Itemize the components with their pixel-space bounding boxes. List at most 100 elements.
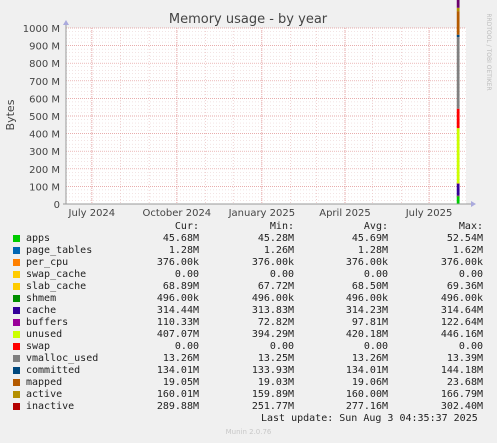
- legend-max-value: 144.18M: [440, 365, 483, 376]
- legend-row-page_tables: page_tables 1.28M 1.26M 1.28M 1.62M: [12, 245, 492, 257]
- y-tick-label: 1000 M: [23, 24, 60, 35]
- series-segment-committed: [456, 11, 460, 35]
- legend-cur-value: 134.01M: [156, 365, 199, 376]
- munin-version: Munin 2.0.76: [225, 428, 272, 436]
- x-axis-arrow: [471, 201, 476, 207]
- legend-cur-value: 407.07M: [156, 329, 199, 340]
- legend-swatch: [13, 379, 20, 386]
- legend-min-value: 496.00k: [251, 293, 294, 304]
- legend-series-name: slab_cache: [26, 281, 87, 292]
- legend-cur-value: 0.00: [174, 341, 199, 352]
- legend-avg-value: 0.00: [363, 269, 388, 280]
- legend-min-value: 0.00: [269, 341, 294, 352]
- legend-series-name: committed: [26, 365, 81, 376]
- legend-min-value: 67.72M: [257, 281, 294, 292]
- legend-max-value: 122.64M: [440, 317, 483, 328]
- legend-rows: apps 45.68M 45.28M 45.69M 52.54M page_tables 1…: [12, 233, 492, 413]
- legend-swatch: [13, 367, 20, 374]
- legend-swatch: [13, 283, 20, 290]
- legend-series-name: shmem: [26, 293, 57, 304]
- legend-row-unused: unused 407.07M 394.29M 420.18M 446.16M: [12, 329, 492, 341]
- legend-min-value: 45.28M: [257, 233, 294, 244]
- column-avg: Avg:: [363, 221, 388, 232]
- legend-max-value: 302.40M: [440, 401, 483, 412]
- legend-cur-value: 496.00k: [156, 293, 199, 304]
- legend-max-value: 52.54M: [446, 233, 483, 244]
- legend-avg-value: 13.26M: [351, 353, 388, 364]
- legend-max-value: 376.00k: [440, 257, 483, 268]
- legend-swatch: [13, 259, 20, 266]
- legend-cur-value: 45.68M: [162, 233, 199, 244]
- y-tick-label: 600 M: [29, 94, 60, 105]
- legend-cur-value: 110.33M: [156, 317, 199, 328]
- legend-series-name: inactive: [26, 401, 75, 412]
- y-tick-label: 800 M: [29, 59, 60, 70]
- legend-max-value: 446.16M: [440, 329, 483, 340]
- legend-max-value: 69.36M: [446, 281, 483, 292]
- legend-max-value: 0.00: [458, 341, 483, 352]
- y-tick-label: 100 M: [29, 182, 60, 193]
- legend-avg-value: 420.18M: [345, 329, 388, 340]
- legend-max-value: 0.00: [458, 269, 483, 280]
- legend-series-name: swap_cache: [26, 269, 87, 280]
- legend-series-name: active: [26, 389, 63, 400]
- legend-row-active: active 160.01M 159.89M 160.00M 166.79M: [12, 389, 492, 401]
- legend-avg-value: 45.69M: [351, 233, 388, 244]
- legend-swatch: [13, 319, 20, 326]
- series-segment-apps: [456, 195, 460, 204]
- legend-swatch: [13, 391, 20, 398]
- legend-cur-value: 68.89M: [162, 281, 199, 292]
- legend-series-name: per_cpu: [26, 257, 69, 268]
- legend-cur-value: 160.01M: [156, 389, 199, 400]
- legend-max-value: 13.39M: [446, 353, 483, 364]
- series-segment-slab_cache: [456, 183, 460, 196]
- y-tick-label: 900 M: [29, 42, 60, 53]
- series-segment-vmalloc_used: [456, 34, 460, 38]
- legend-series-name: page_tables: [26, 245, 93, 256]
- legend-row-swap: swap 0.00 0.00 0.00 0.00: [12, 341, 492, 353]
- legend-min-value: 133.93M: [251, 365, 294, 376]
- x-tick-label: October 2024: [143, 208, 212, 219]
- legend-swatch: [13, 295, 20, 302]
- column-cur: Cur:: [174, 221, 199, 232]
- series-segment-mapped: [456, 7, 460, 12]
- legend-row-committed: committed 134.01M 133.93M 134.01M 144.18M: [12, 365, 492, 377]
- y-tick-label: 400 M: [29, 130, 60, 141]
- legend-avg-value: 19.06M: [351, 377, 388, 388]
- y-axis-arrow: [63, 20, 69, 25]
- series-segment-shmem: [456, 183, 460, 185]
- legend-avg-value: 134.01M: [345, 365, 388, 376]
- legend-row-apps: apps 45.68M 45.28M 45.69M 52.54M: [12, 233, 492, 245]
- legend-min-value: 313.83M: [251, 305, 294, 316]
- legend-header: Cur: Min: Avg: Max:: [12, 221, 492, 233]
- y-tick-label: 0: [54, 200, 60, 211]
- legend-cur-value: 289.88M: [156, 401, 199, 412]
- legend-min-value: 376.00k: [251, 257, 294, 268]
- legend-cur-value: 13.26M: [162, 353, 199, 364]
- legend-min-value: 159.89M: [251, 389, 294, 400]
- memory-chart: 0 100 M 200 M 300 M 400 M 500 M 600 M 700 M 800 …: [4, 0, 492, 219]
- legend-min-value: 0.00: [269, 269, 294, 280]
- x-tick-label: July 2024: [68, 208, 116, 219]
- legend-series-name: vmalloc_used: [26, 353, 99, 364]
- series-segment-per_cpu: [456, 195, 460, 197]
- legend-avg-value: 496.00k: [345, 293, 388, 304]
- legend-swatch: [13, 403, 20, 410]
- legend-swatch: [13, 331, 20, 338]
- legend-series-name: buffers: [26, 317, 69, 328]
- legend-row-mapped: mapped 19.05M 19.03M 19.06M 23.68M: [12, 377, 492, 389]
- legend-swatch: [13, 235, 20, 242]
- series-segment-cache: [456, 128, 460, 184]
- legend-row-swap_cache: swap_cache 0.00 0.00 0.00 0.00: [12, 269, 492, 281]
- legend-max-value: 166.79M: [440, 389, 483, 400]
- legend-avg-value: 0.00: [363, 341, 388, 352]
- legend-max-value: 496.00k: [440, 293, 483, 304]
- legend-swatch: [13, 247, 20, 254]
- legend-avg-value: 97.81M: [351, 317, 388, 328]
- legend-avg-value: 1.28M: [357, 245, 388, 256]
- legend-series-name: mapped: [26, 377, 63, 388]
- legend-row-shmem: shmem 496.00k 496.00k 496.00k 496.00k: [12, 293, 492, 305]
- column-min: Min:: [269, 221, 294, 232]
- legend-min-value: 19.03M: [257, 377, 294, 388]
- y-tick-label: 700 M: [29, 77, 60, 88]
